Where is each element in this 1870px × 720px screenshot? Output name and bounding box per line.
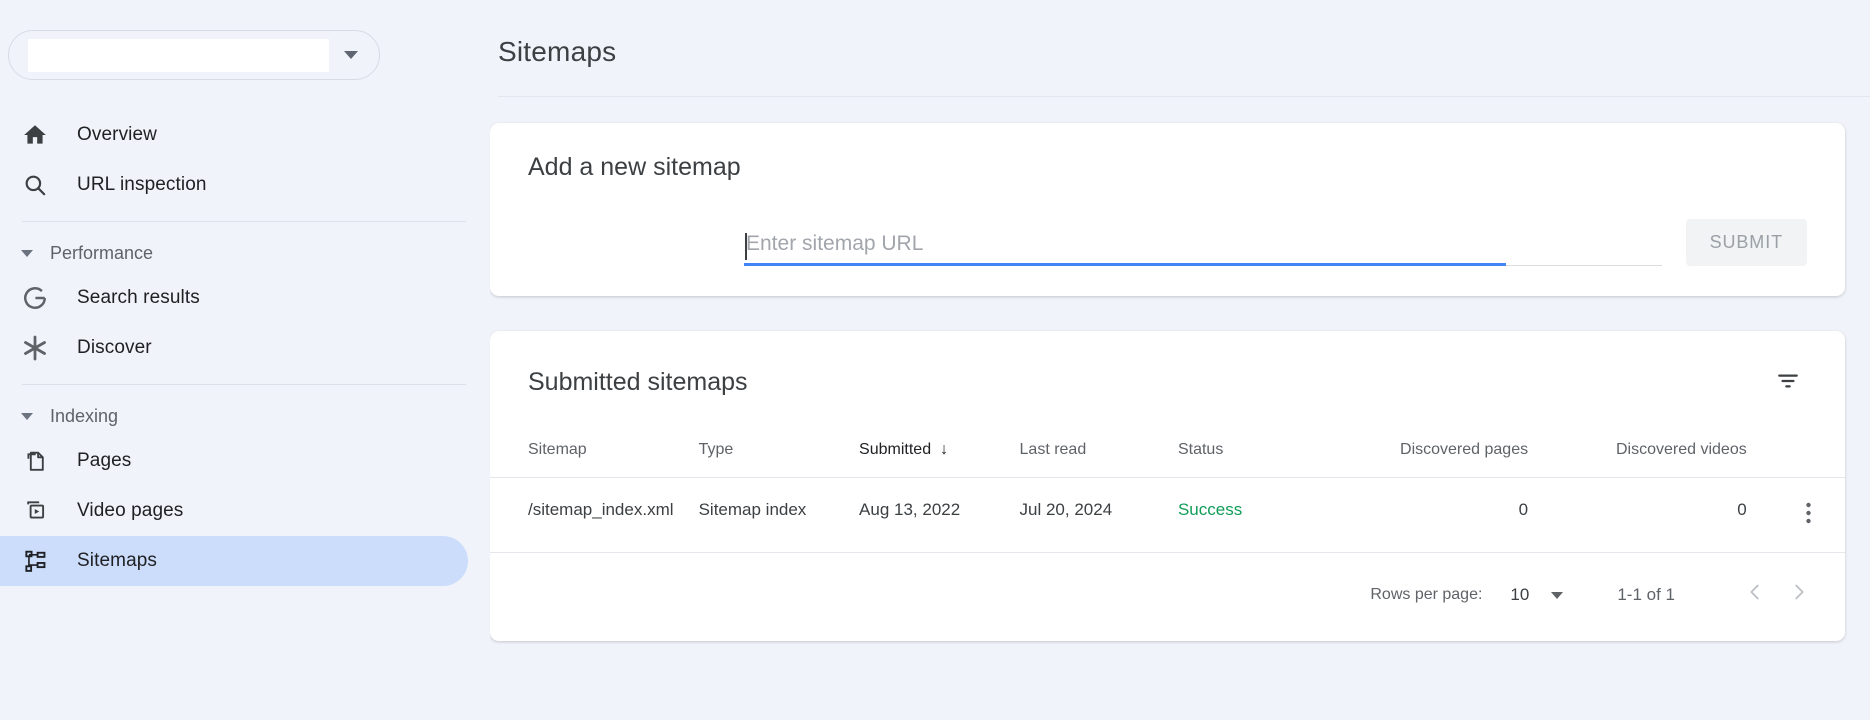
search-icon — [20, 170, 50, 200]
column-header-discovered-pages[interactable]: Discovered pages — [1355, 403, 1557, 478]
page-header: Sitemaps — [490, 0, 1870, 97]
input-focus-underline — [744, 263, 1506, 266]
sidebar-item-label: Search results — [77, 287, 200, 308]
caret-down-icon — [12, 412, 42, 420]
chevron-down-icon[interactable] — [329, 51, 373, 59]
sidebar-section-label: Performance — [50, 242, 154, 263]
sitemaps-icon — [20, 546, 50, 576]
submitted-sitemaps-title: Submitted sitemaps — [528, 367, 748, 396]
sidebar-section-performance[interactable]: Performance — [0, 233, 490, 273]
cell-sitemap: /sitemap_index.xml — [490, 477, 691, 553]
sidebar-item-video-pages[interactable]: Video pages — [0, 486, 468, 536]
sitemaps-table-head: Sitemap Type Submitted ↓ Last read Status… — [490, 403, 1845, 478]
discover-asterisk-icon — [20, 333, 50, 363]
table-pagination: Rows per page: 10 1-1 of 1 — [490, 553, 1845, 637]
sidebar-section-indexing[interactable]: Indexing — [0, 396, 490, 436]
sort-descending-icon: ↓ — [940, 441, 949, 458]
table-row[interactable]: /sitemap_index.xml Sitemap index Aug 13,… — [490, 477, 1845, 553]
sidebar-item-search-results[interactable]: Search results — [0, 273, 468, 323]
sitemap-input-wrap — [744, 232, 1662, 266]
column-header-sitemap[interactable]: Sitemap — [490, 403, 691, 478]
sidebar-item-label: Discover — [77, 337, 152, 358]
cell-actions — [1774, 477, 1845, 553]
sidebar-item-label: Sitemaps — [77, 550, 158, 571]
column-header-discovered-videos[interactable]: Discovered videos — [1556, 403, 1775, 478]
search-console-app: Overview URL inspection Performance Sear… — [0, 0, 1870, 720]
page-title: Sitemaps — [498, 36, 617, 67]
home-icon — [20, 120, 50, 150]
rows-per-page-select[interactable]: 10 — [1510, 585, 1564, 605]
add-sitemap-form: SUBMIT — [528, 219, 1807, 266]
pages-icon — [20, 446, 50, 476]
status-badge: Success — [1169, 477, 1356, 553]
sidebar-item-pages[interactable]: Pages — [0, 436, 468, 486]
column-header-actions — [1774, 403, 1845, 478]
cell-type: Sitemap index — [690, 477, 852, 553]
column-header-type[interactable]: Type — [690, 403, 852, 478]
table-header-row: Sitemap Type Submitted ↓ Last read Status… — [490, 403, 1845, 478]
sidebar-item-url-inspection[interactable]: URL inspection — [0, 160, 468, 210]
submitted-sitemaps-header: Submitted sitemaps — [490, 331, 1845, 403]
pagination-range: 1-1 of 1 — [1617, 585, 1675, 604]
primary-navigation: Overview URL inspection Performance Sear… — [0, 110, 490, 586]
previous-page-button[interactable] — [1733, 573, 1777, 617]
sidebar-item-label: Pages — [77, 450, 132, 471]
filter-button[interactable] — [1767, 361, 1809, 403]
video-pages-icon — [20, 496, 50, 526]
submitted-sitemaps-card: Submitted sitemaps Sitemap Type Submitte… — [490, 331, 1845, 641]
add-sitemap-title: Add a new sitemap — [528, 153, 741, 181]
sidebar-item-label: Video pages — [77, 500, 184, 521]
next-page-button[interactable] — [1777, 573, 1821, 617]
caret-down-icon — [12, 249, 42, 257]
sidebar-item-overview[interactable]: Overview — [0, 110, 468, 160]
cell-last-read: Jul 20, 2024 — [1011, 477, 1170, 553]
column-header-status[interactable]: Status — [1169, 403, 1356, 478]
nav-divider — [22, 384, 466, 385]
sidebar-item-discover[interactable]: Discover — [0, 323, 468, 373]
chevron-right-icon — [1788, 581, 1810, 610]
column-header-submitted-label: Submitted — [859, 441, 932, 458]
sidebar-section-label: Indexing — [50, 405, 119, 426]
submit-button[interactable]: SUBMIT — [1685, 219, 1807, 266]
filter-icon — [1775, 368, 1801, 397]
nav-divider — [22, 221, 466, 222]
cell-discovered-pages: 0 — [1355, 477, 1557, 553]
column-header-submitted[interactable]: Submitted ↓ — [851, 403, 1012, 478]
sidebar-item-label: Overview — [77, 124, 157, 145]
text-cursor — [745, 233, 747, 260]
sidebar-item-label: URL inspection — [77, 174, 207, 195]
add-sitemap-card: Add a new sitemap SUBMIT — [490, 123, 1845, 296]
google-g-icon — [20, 283, 50, 313]
cell-discovered-videos: 0 — [1556, 477, 1775, 553]
sitemap-url-input[interactable] — [744, 232, 1662, 266]
chevron-down-icon — [1551, 591, 1564, 599]
sidebar: Overview URL inspection Performance Sear… — [0, 0, 490, 720]
sitemaps-table: Sitemap Type Submitted ↓ Last read Status… — [490, 403, 1845, 553]
sidebar-item-sitemaps[interactable]: Sitemaps — [0, 536, 468, 586]
column-header-last-read[interactable]: Last read — [1011, 403, 1170, 478]
chevron-left-icon — [1744, 581, 1766, 610]
main-content: Sitemaps Add a new sitemap SUBMIT Submit… — [490, 0, 1870, 720]
cell-submitted: Aug 13, 2022 — [851, 477, 1012, 553]
property-selector[interactable] — [8, 30, 380, 80]
rows-per-page-label: Rows per page: — [1370, 586, 1483, 603]
rows-per-page-value: 10 — [1510, 585, 1530, 604]
property-selector-value — [28, 38, 329, 72]
header-divider — [498, 96, 1870, 97]
sitemaps-table-body: /sitemap_index.xml Sitemap index Aug 13,… — [490, 477, 1845, 553]
more-vert-icon[interactable] — [1798, 500, 1819, 530]
